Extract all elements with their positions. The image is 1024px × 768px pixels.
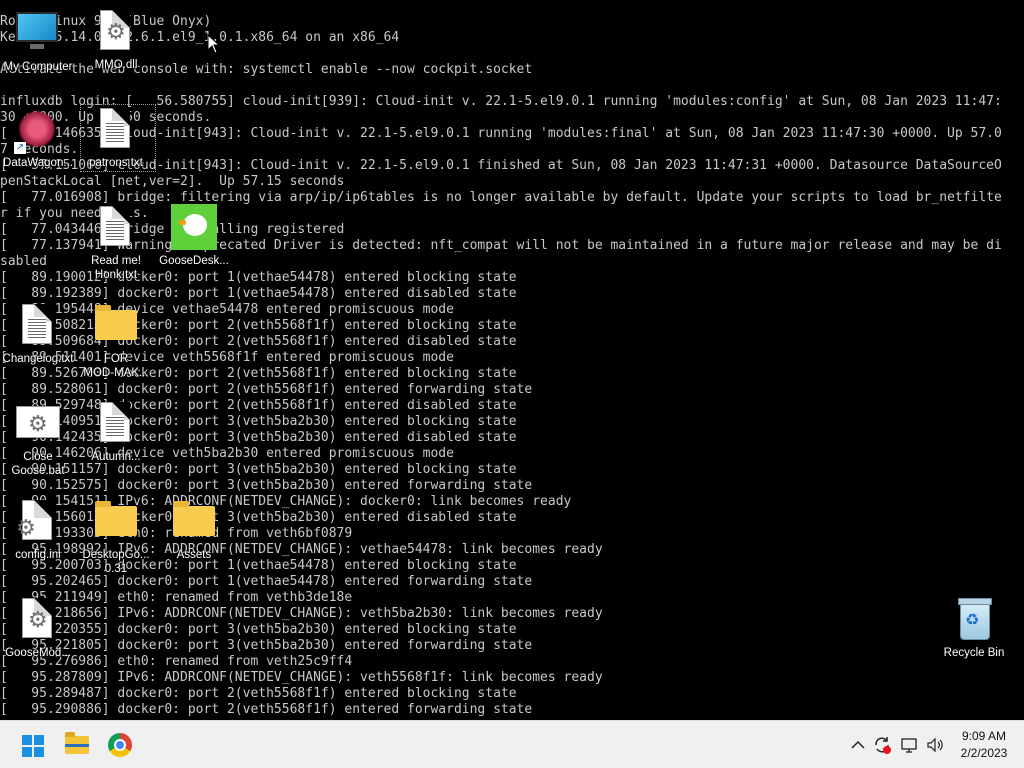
desktop-icon-label: GooseDesk... — [159, 255, 229, 267]
console-line: [ 95.276986] eth0: renamed from veth25c9… — [0, 654, 353, 669]
shortcut-arrow-icon: ↗ — [14, 142, 26, 154]
desktop-icon-label: Changelog.txt — [2, 353, 74, 365]
desktop-icon-label: MMO.dll — [94, 59, 138, 71]
folder-icon — [92, 498, 140, 546]
console-line: [ 95.290886] docker0: port 2(veth5568f1f… — [0, 702, 533, 717]
desktop-icon-label-line2: Goose.bat — [11, 465, 65, 477]
desktop-icon-label: My Computer — [3, 61, 73, 73]
clock-date: 2/2/2023 — [960, 746, 1008, 760]
clock-time: 9:09 AM — [961, 729, 1007, 743]
desktop-icon-my-computer[interactable]: My Computer — [0, 10, 76, 74]
console-line: [ 95.211949] eth0: renamed from vethb3de… — [0, 590, 353, 605]
console-line: [ 95.202465] docker0: port 1(vethae54478… — [0, 574, 533, 589]
sync-error-icon[interactable] — [872, 735, 892, 755]
desktop-icon-label: DesktopGo... — [82, 549, 150, 561]
desktop-icon-label-line2: 0.31 — [104, 563, 128, 575]
desktop-icon-read-me-honk[interactable]: Read me! Honk.txt — [78, 204, 154, 282]
text-file-icon — [92, 400, 140, 448]
desktop-icon-label: Assets — [176, 549, 212, 561]
desktop-icon-config-ini[interactable]: ⚙ config.ini — [0, 498, 76, 562]
desktop-icon-label: patrons.txt — [89, 157, 143, 169]
virus-shortcut-icon: ↗ — [14, 106, 62, 154]
settings-file-icon: ⚙ — [14, 596, 62, 644]
desktop-icon-label: Read me! — [91, 255, 141, 267]
folder-icon — [170, 498, 218, 546]
desktop-icon-label: config.ini — [15, 549, 61, 561]
mouse-cursor-icon — [207, 34, 221, 54]
desktop-icon-changelog[interactable]: Changelog.txt — [0, 302, 76, 366]
settings-file-icon: ⚙ — [14, 400, 62, 448]
desktop-icon-label: DataWagon... — [3, 157, 73, 169]
desktop[interactable]: Rocky Linux 9.1 (Blue Onyx)Kernel 5.14.0… — [0, 0, 1024, 720]
desktop-icon-desktopgoose[interactable]: DesktopGo... 0.31 — [78, 498, 154, 576]
taskbar: 9:09 AM 2/2/2023 — [0, 720, 1024, 768]
desktop-icon-for-mod-makers[interactable]: FOR MOD-MAK... — [78, 302, 154, 380]
network-icon[interactable] — [900, 735, 920, 755]
windows-start-icon — [22, 735, 44, 757]
chrome-icon — [108, 733, 132, 757]
desktop-icon-close-goose[interactable]: ⚙ Close Goose.bat — [0, 400, 76, 478]
text-file-icon — [92, 106, 140, 154]
desktop-icon-goosedesk[interactable]: GooseDesk... — [156, 204, 232, 268]
desktop-icon-label: GooseMod... — [5, 647, 71, 659]
desktop-icon-autumn[interactable]: Autumn... — [78, 400, 154, 464]
folder-icon — [65, 732, 89, 754]
system-clock[interactable]: 9:09 AM 2/2/2023 — [950, 728, 1018, 762]
console-line: penStackLocal [net,ver=2]. Up 57.15 seco… — [0, 174, 345, 189]
console-line: [ 95.221805] docker0: port 3(veth5ba2b30… — [0, 638, 533, 653]
console-line: [ 90.152575] docker0: port 3(veth5ba2b30… — [0, 478, 533, 493]
console-line: [ 95.289487] docker0: port 2(veth5568f1f… — [0, 686, 517, 701]
console-line: [ 89.192389] docker0: port 1(vethae54478… — [0, 286, 517, 301]
start-button[interactable] — [12, 725, 52, 765]
text-file-icon — [14, 302, 62, 350]
console-line: [ 89.528061] docker0: port 2(veth5568f1f… — [0, 382, 533, 397]
desktop-icon-label-line2: MOD-MAK... — [83, 367, 149, 379]
volume-icon[interactable] — [925, 735, 945, 755]
folder-icon — [92, 302, 140, 350]
taskbar-file-explorer-button[interactable] — [56, 725, 96, 765]
desktop-icon-datawagon[interactable]: ↗ DataWagon... — [0, 106, 76, 170]
desktop-icon-mmo-dll[interactable]: ⚙ MMO.dll — [78, 8, 154, 72]
desktop-icon-label: Autumn... — [91, 451, 141, 463]
goose-icon — [170, 204, 218, 252]
console-line: [ 95.287809] IPv6: ADDRCONF(NETDEV_CHANG… — [0, 670, 603, 685]
recycle-bin-icon: ♻ — [950, 596, 998, 644]
desktop-icon-label: Recycle Bin — [943, 647, 1005, 659]
desktop-icon-label-line2: Honk.txt — [94, 269, 138, 281]
desktop-icon-patrons-txt[interactable]: patrons.txt — [78, 106, 154, 170]
desktop-icon-label: FOR — [103, 353, 129, 365]
taskbar-chrome-button[interactable] — [100, 725, 140, 765]
text-file-icon — [92, 204, 140, 252]
desktop-icon-assets[interactable]: Assets — [156, 498, 232, 562]
console-line: [ 95.218656] IPv6: ADDRCONF(NETDEV_CHANG… — [0, 606, 603, 621]
desktop-icon-label: Close — [23, 451, 53, 463]
chevron-up-icon[interactable] — [848, 735, 868, 755]
console-line: [ 95.220355] docker0: port 3(veth5ba2b30… — [0, 622, 517, 637]
console-line: [ 90.151157] docker0: port 3(veth5ba2b30… — [0, 462, 517, 477]
desktop-icon-goosemod[interactable]: ⚙ GooseMod... — [0, 596, 76, 660]
config-file-icon: ⚙ — [14, 498, 62, 546]
desktop-icon-recycle-bin[interactable]: ♻ Recycle Bin — [936, 596, 1012, 660]
monitor-icon — [14, 10, 62, 58]
settings-file-icon: ⚙ — [92, 8, 140, 56]
